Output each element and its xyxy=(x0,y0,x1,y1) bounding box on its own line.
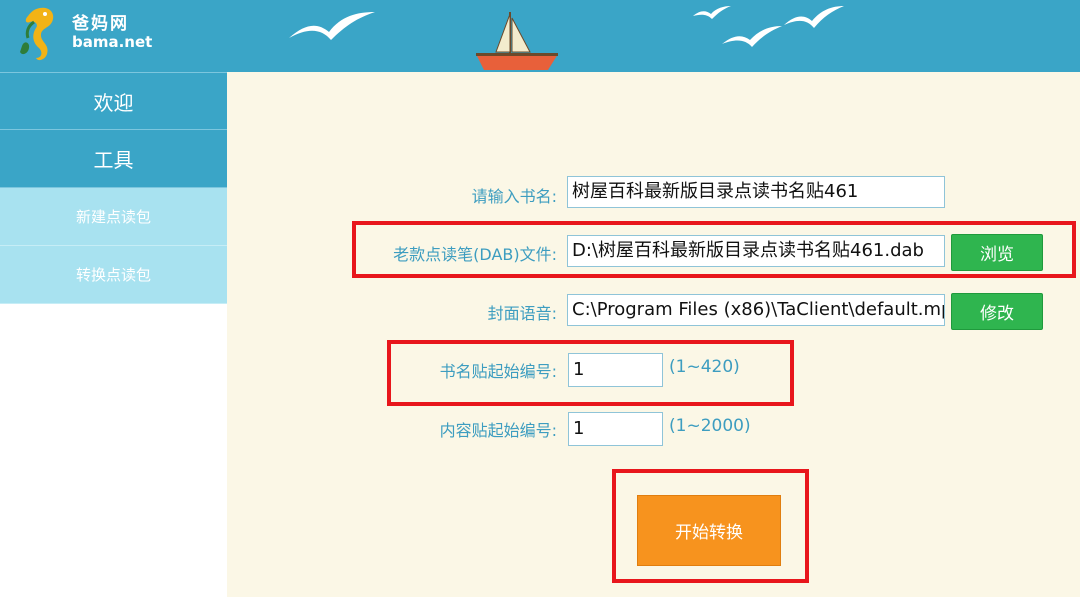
seagull-icon xyxy=(722,26,782,47)
cover-audio-input[interactable]: C:\Program Files (x86)\TaClient\default.… xyxy=(567,294,945,326)
book-name-label: 请输入书名: xyxy=(471,187,557,206)
seagull-icon xyxy=(289,12,375,40)
cover-audio-label: 封面语音: xyxy=(487,304,557,323)
book-name-input[interactable]: 树屋百科最新版目录点读书名贴461 xyxy=(567,176,945,208)
sidebar-item-welcome[interactable]: 欢迎 xyxy=(0,72,227,130)
highlight-box-dab-file xyxy=(352,221,1076,278)
header-banner: 爸妈网 bama.net xyxy=(0,0,1080,72)
content-start-range: (1~2000) xyxy=(669,416,751,436)
seahorse-logo-icon xyxy=(20,7,54,61)
sailboat-icon xyxy=(476,12,558,70)
highlight-box-start-button xyxy=(612,469,809,583)
content-start-input[interactable]: 1 xyxy=(568,412,663,446)
sidebar-item-new-package[interactable]: 新建点读包 xyxy=(0,188,227,246)
logo-subtitle: bama.net xyxy=(72,33,153,51)
seagull-icon xyxy=(784,6,844,28)
cover-audio-label-row: 封面语音: xyxy=(227,292,557,328)
sidebar-item-tools[interactable]: 工具 xyxy=(0,130,227,188)
sidebar-item-convert-package[interactable]: 转换点读包 xyxy=(0,246,227,304)
modify-button[interactable]: 修改 xyxy=(951,293,1043,330)
book-name-label-row: 请输入书名: xyxy=(227,175,557,211)
highlight-box-title-start xyxy=(387,340,794,406)
content-start-label-row: 内容贴起始编号: xyxy=(227,409,557,445)
seagull-icon xyxy=(693,6,731,19)
logo-title: 爸妈网 xyxy=(72,14,129,34)
content-start-label: 内容贴起始编号: xyxy=(439,421,557,440)
sidebar: 欢迎 工具 新建点读包 转换点读包 xyxy=(0,72,227,597)
